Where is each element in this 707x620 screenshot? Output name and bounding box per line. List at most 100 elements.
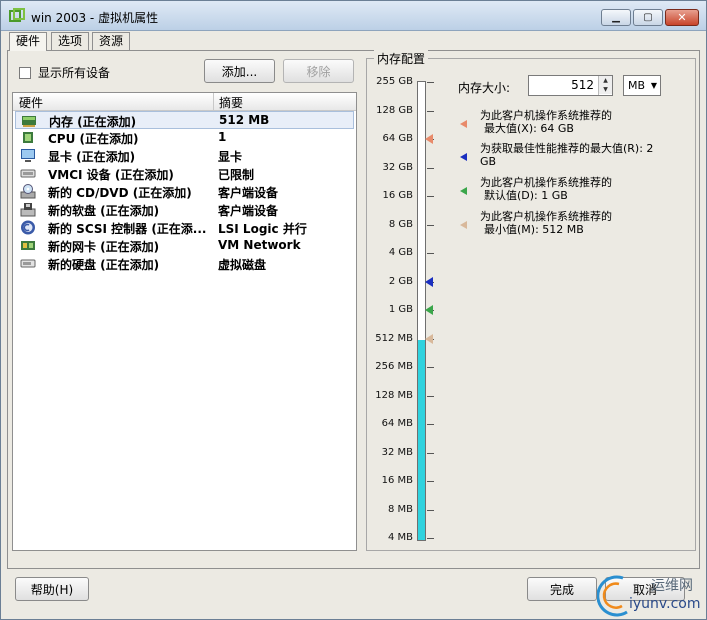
scale-label: 512 MB [375, 332, 413, 344]
show-all-devices-checkbox[interactable]: 显示所有设备 [19, 64, 110, 81]
maximize-icon: ▢ [643, 12, 653, 23]
recommendation-line1: 为获取最佳性能推荐的最大值(R): 2 [480, 142, 654, 155]
scale-tick [427, 196, 434, 197]
memory-icon [21, 113, 37, 128]
device-name: VMCI 设备 (正在添加) [48, 168, 174, 182]
list-item[interactable]: 新的 CD/DVD (正在添加) 客户端设备 [15, 183, 354, 201]
device-name: 新的硬盘 (正在添加) [48, 258, 160, 272]
cpu-icon [20, 130, 36, 145]
tab-hardware[interactable]: 硬件 [9, 32, 48, 51]
scale-tick [427, 509, 434, 511]
checkbox-box[interactable] [19, 66, 31, 79]
list-item[interactable]: 新的硬盘 (正在添加) 虚拟磁盘 [15, 255, 354, 273]
memory-unit-select[interactable]: MB ▼ [623, 75, 661, 96]
scale-tick [427, 367, 434, 368]
finish-button[interactable]: 完成 [527, 577, 597, 601]
vm-icon [9, 8, 25, 22]
list-item[interactable]: CPU (正在添加) 1 [15, 129, 354, 147]
scale-tick [427, 110, 434, 112]
disk-icon [20, 256, 36, 271]
device-name: CPU (正在添加) [48, 132, 139, 146]
properties-window: win 2003 - 虚拟机属性 ▁ ▢ ✕ 硬件 选项 资源 显示所有设备 添… [0, 0, 707, 620]
scale-tick [427, 424, 434, 425]
device-name: 新的 CD/DVD (正在添加) [48, 186, 192, 200]
recommendation-line1: 为此客户机操作系统推荐的 [480, 109, 612, 122]
scale-tick [427, 452, 434, 454]
device-summary: 客户端设备 [218, 186, 279, 200]
recommendation-line1: 为此客户机操作系统推荐的 [480, 176, 612, 189]
cancel-button[interactable]: 取消 [605, 577, 685, 601]
scale-label: 1 GB [388, 304, 413, 315]
list-item[interactable]: 新的网卡 (正在添加) VM Network [15, 237, 354, 255]
recommendation-marker-icon [460, 120, 467, 128]
floppy-icon [20, 202, 36, 217]
remove-button[interactable]: 移除 [283, 59, 354, 83]
memory-slider-fill [418, 339, 425, 540]
device-name: 新的软盘 (正在添加) [48, 204, 160, 218]
device-summary: LSI Logic 并行 [218, 222, 307, 236]
vmci-icon [20, 166, 36, 181]
recommendation-marker[interactable] [425, 305, 433, 315]
scsi-icon [20, 220, 36, 235]
recommendation-marker[interactable] [425, 333, 433, 344]
device-summary: 已限制 [218, 168, 255, 182]
recommendation-marker[interactable] [425, 134, 433, 144]
list-item[interactable]: 内存 (正在添加) 512 MB [15, 111, 354, 129]
scale-tick [427, 395, 434, 397]
recommendation-marker-icon [460, 153, 467, 161]
scale-tick [427, 253, 434, 254]
chevron-down-icon: ▼ [650, 81, 657, 90]
tab-options[interactable]: 选项 [51, 32, 90, 50]
close-button[interactable]: ✕ [665, 9, 699, 26]
device-summary: 虚拟磁盘 [218, 258, 267, 272]
list-item[interactable]: VMCI 设备 (正在添加) 已限制 [15, 165, 354, 183]
recommendation-line1: 为此客户机操作系统推荐的 [480, 210, 612, 223]
column-header-hardware[interactable]: 硬件 [19, 94, 43, 111]
device-summary: 显卡 [218, 150, 243, 164]
scale-label: 8 MB [387, 503, 413, 515]
title-bar[interactable]: win 2003 - 虚拟机属性 ▁ ▢ ✕ [1, 1, 706, 31]
recommendation-marker[interactable] [425, 276, 433, 287]
scale-label: 128 MB [375, 389, 413, 401]
spin-up-icon[interactable]: ▲ [599, 76, 612, 85]
scale-label: 64 MB [381, 418, 413, 429]
scale-tick [427, 167, 434, 169]
display-icon [20, 148, 36, 163]
add-button[interactable]: 添加... [204, 59, 275, 83]
scale-label: 16 MB [381, 475, 413, 486]
device-name: 显卡 (正在添加) [48, 150, 136, 164]
recommendation-line2: 默认值(D): 1 GB [484, 189, 568, 202]
spin-down-icon[interactable]: ▼ [599, 85, 612, 94]
scale-label: 4 MB [387, 532, 413, 543]
close-icon: ✕ [677, 11, 687, 24]
device-summary: 512 MB [219, 113, 270, 127]
scale-label: 8 GB [388, 218, 413, 230]
scale-label: 16 GB [382, 190, 413, 201]
column-header-summary[interactable]: 摘要 [219, 94, 243, 111]
device-name: 新的网卡 (正在添加) [48, 240, 160, 254]
recommendation-line2: 最大值(X): 64 GB [484, 122, 574, 135]
hardware-list[interactable]: 硬件 摘要 内存 (正在添加) 512 MB CPU (正在添加) 1 显卡 (正在添加… [12, 92, 357, 551]
minimize-button[interactable]: ▁ [601, 9, 631, 26]
scale-label: 255 GB [376, 76, 413, 87]
scale-label: 128 GB [376, 104, 413, 116]
scale-tick [427, 82, 434, 83]
help-button[interactable]: 帮助(H) [15, 577, 89, 601]
memory-spinner[interactable]: ▲ ▼ [598, 76, 612, 95]
scale-label: 32 GB [382, 161, 413, 173]
show-all-devices-label: 显示所有设备 [38, 66, 111, 80]
scale-label: 32 MB [381, 446, 413, 458]
scale-tick [427, 538, 434, 539]
recommendation-line2: 最小值(M): 512 MB [484, 223, 584, 236]
tab-resources[interactable]: 资源 [92, 32, 131, 50]
memory-config-title: 内存配置 [374, 50, 429, 67]
list-header: 硬件 摘要 [13, 93, 356, 111]
recommendation-line2: GB [480, 155, 497, 168]
list-item[interactable]: 显卡 (正在添加) 显卡 [15, 147, 354, 165]
list-item[interactable]: 新的软盘 (正在添加) 客户端设备 [15, 201, 354, 219]
nic-icon [20, 238, 36, 253]
column-divider[interactable] [213, 93, 214, 110]
maximize-button[interactable]: ▢ [633, 9, 663, 26]
list-item[interactable]: 新的 SCSI 控制器 (正在添... LSI Logic 并行 [15, 219, 354, 237]
memory-unit-value: MB [628, 79, 646, 92]
